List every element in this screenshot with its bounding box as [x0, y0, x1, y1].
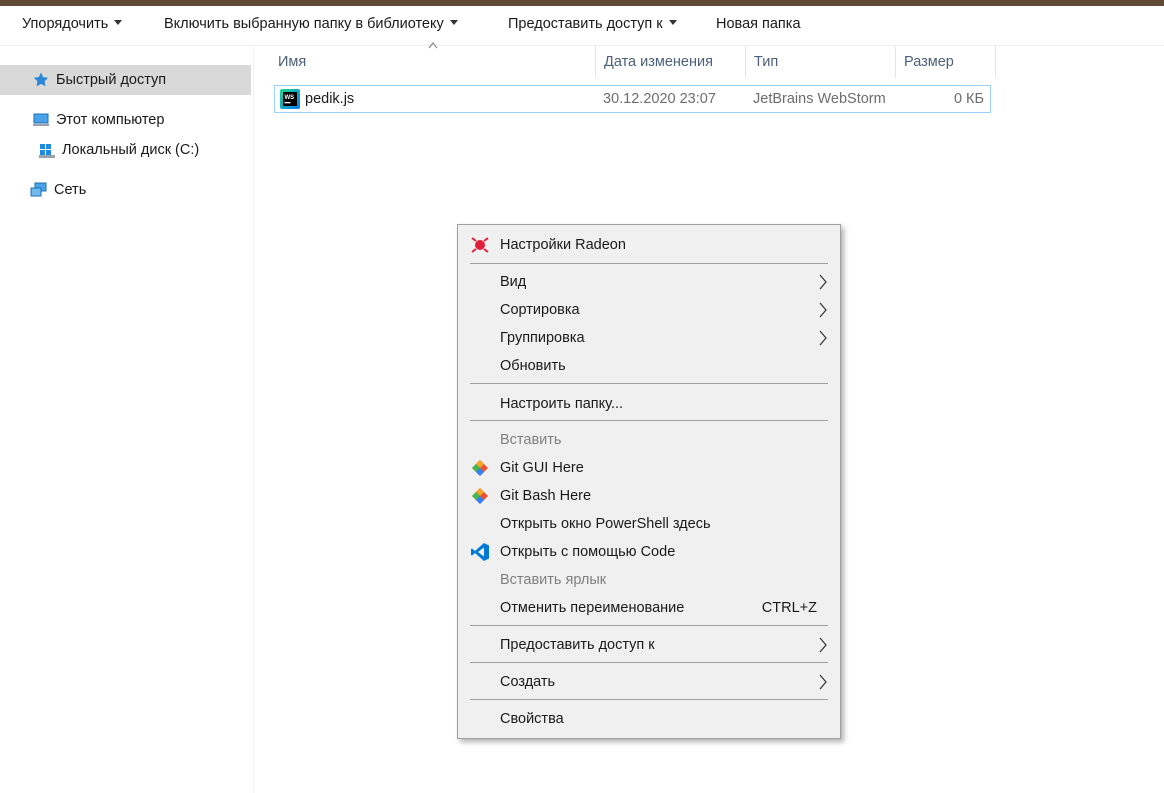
menu-label: Отменить переименование — [500, 600, 685, 616]
star-icon — [33, 72, 49, 87]
webstorm-icon-text: WS — [285, 95, 295, 101]
menu-item-customize-folder[interactable]: Настроить папку... — [458, 391, 840, 417]
menu-item-undo-rename[interactable]: Отменить переименование CTRL+Z — [458, 595, 840, 621]
git-icon — [472, 488, 488, 504]
menu-item-radeon-settings[interactable]: Настройки Radeon — [458, 232, 840, 258]
nav-this-pc-label: Этот компьютер — [56, 112, 165, 128]
menu-item-sort[interactable]: Сортировка — [458, 297, 840, 323]
menu-label: Настроить папку... — [500, 396, 624, 412]
chevron-right-icon — [819, 674, 827, 690]
chevron-right-icon — [819, 637, 827, 653]
share-menu-button[interactable]: Предоставить доступ к — [508, 16, 677, 32]
menu-item-new[interactable]: Создать — [458, 669, 840, 695]
share-label: Предоставить доступ к — [508, 16, 663, 32]
file-date: 30.12.2020 23:07 — [603, 91, 716, 107]
menu-item-paste-shortcut[interactable]: Вставить ярлык — [458, 567, 840, 593]
nav-this-pc[interactable]: Этот компьютер — [0, 105, 251, 135]
column-size-header[interactable]: Размер — [896, 46, 996, 78]
menu-label: Создать — [500, 674, 556, 690]
menu-label: Git Bash Here — [500, 488, 592, 504]
menu-label: Открыть окно PowerShell здесь — [500, 516, 711, 532]
radeon-icon — [471, 237, 489, 253]
caret-down-icon — [449, 20, 458, 25]
organize-menu-button[interactable]: Упорядочить — [22, 16, 123, 32]
menu-label: Обновить — [500, 358, 566, 374]
menu-label: Вид — [500, 274, 527, 290]
nav-network-label: Сеть — [54, 182, 87, 198]
chevron-right-icon — [819, 274, 827, 290]
menu-label: Настройки Radeon — [500, 237, 626, 253]
nav-network[interactable]: Сеть — [0, 175, 251, 205]
file-type: JetBrains WebStorm — [753, 91, 886, 107]
menu-item-refresh[interactable]: Обновить — [458, 353, 840, 379]
menu-label: Группировка — [500, 330, 585, 346]
menu-item-git-bash[interactable]: Git Bash Here — [458, 483, 840, 509]
menu-label: Вставить ярлык — [500, 572, 607, 588]
caret-down-icon — [114, 20, 123, 25]
menu-label: Открыть с помощью Code — [500, 544, 676, 560]
file-size: 0 КБ — [953, 91, 984, 107]
menu-separator — [470, 383, 828, 384]
chevron-right-icon — [819, 302, 827, 318]
menu-item-powershell[interactable]: Открыть окно PowerShell здесь — [458, 511, 840, 537]
menu-label: Git GUI Here — [500, 460, 584, 476]
menu-label: Свойства — [500, 711, 564, 727]
include-library-button[interactable]: Включить выбранную папку в библиотеку — [164, 16, 458, 32]
menu-item-git-gui[interactable]: Git GUI Here — [458, 455, 840, 481]
menu-separator — [470, 699, 828, 700]
chevron-right-icon — [819, 330, 827, 346]
drive-icon — [39, 144, 55, 158]
file-name: pedik.js — [305, 91, 355, 107]
menu-label: Предоставить доступ к — [500, 637, 655, 653]
column-size-label: Размер — [904, 54, 954, 70]
column-name-label: Имя — [278, 54, 307, 70]
column-type-label: Тип — [754, 54, 779, 70]
menu-item-group[interactable]: Группировка — [458, 325, 840, 351]
column-date-header[interactable]: Дата изменения — [596, 46, 746, 78]
context-menu: Настройки Radeon Вид Сортировка Группиро… — [457, 224, 841, 739]
include-library-label: Включить выбранную папку в библиотеку — [164, 16, 444, 32]
menu-item-properties[interactable]: Свойства — [458, 706, 840, 732]
menu-separator — [470, 263, 828, 264]
menu-separator — [470, 420, 828, 421]
nav-quick-access-label: Быстрый доступ — [56, 72, 167, 88]
menu-item-view[interactable]: Вид — [458, 269, 840, 295]
column-name-header[interactable]: Имя — [270, 46, 596, 78]
vscode-icon — [471, 543, 489, 561]
nav-local-disk[interactable]: Локальный диск (C:) — [0, 135, 251, 165]
menu-shortcut: CTRL+Z — [761, 600, 817, 616]
webstorm-icon: WS — [280, 89, 300, 109]
nav-quick-access[interactable]: Быстрый доступ — [0, 65, 251, 95]
navigation-pane: Быстрый доступ Этот компьютер Локальный … — [0, 46, 254, 793]
menu-separator — [470, 662, 828, 663]
git-icon — [472, 460, 488, 476]
menu-separator — [470, 625, 828, 626]
column-type-header[interactable]: Тип — [746, 46, 896, 78]
column-date-label: Дата изменения — [604, 54, 713, 70]
command-bar: Упорядочить Включить выбранную папку в б… — [0, 6, 1164, 46]
nav-local-disk-label: Локальный диск (C:) — [62, 142, 200, 158]
new-folder-label: Новая папка — [716, 16, 801, 32]
computer-icon — [33, 113, 49, 126]
new-folder-button[interactable]: Новая папка — [716, 16, 801, 32]
menu-item-give-access[interactable]: Предоставить доступ к — [458, 632, 840, 658]
network-icon — [30, 182, 47, 197]
menu-label: Вставить — [500, 432, 562, 448]
caret-down-icon — [668, 20, 677, 25]
file-row[interactable]: WS pedik.js 30.12.2020 23:07 JetBrains W… — [274, 85, 991, 113]
menu-item-open-with-code[interactable]: Открыть с помощью Code — [458, 539, 840, 565]
menu-item-paste[interactable]: Вставить — [458, 427, 840, 453]
menu-label: Сортировка — [500, 302, 580, 318]
organize-label: Упорядочить — [22, 16, 109, 32]
